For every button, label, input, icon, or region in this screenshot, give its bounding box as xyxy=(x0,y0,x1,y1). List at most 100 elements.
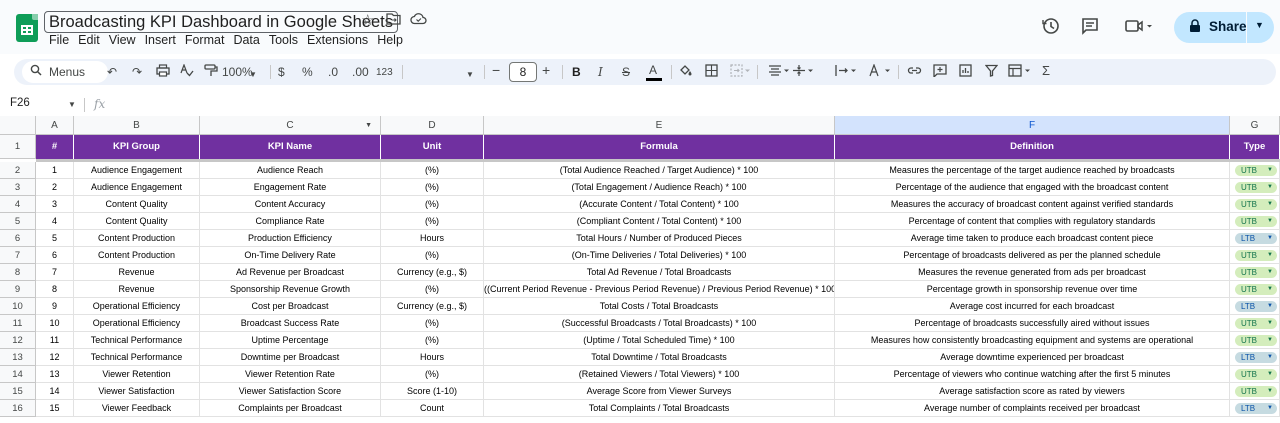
text-color-button[interactable]: A xyxy=(649,62,657,78)
cell-kpi-group[interactable]: Content Quality xyxy=(74,196,200,213)
type-dropdown-chip[interactable]: UTB ▼ xyxy=(1235,250,1277,261)
cloud-status-icon[interactable] xyxy=(410,12,427,30)
fill-color-icon[interactable] xyxy=(679,64,693,81)
cell-type[interactable]: UTB ▼ xyxy=(1230,247,1280,264)
type-dropdown-chip[interactable]: LTB ▼ xyxy=(1235,403,1277,414)
undo-icon[interactable]: ↶ xyxy=(107,64,117,80)
insert-comment-icon[interactable] xyxy=(933,64,947,81)
type-dropdown-chip[interactable]: UTB ▼ xyxy=(1235,267,1277,278)
cell-kpi-group[interactable]: Content Quality xyxy=(74,213,200,230)
cell-kpi-name[interactable]: Viewer Retention Rate xyxy=(200,366,381,383)
cell-number[interactable]: 13 xyxy=(36,366,74,383)
cell-unit[interactable]: Currency (e.g., $) xyxy=(381,264,484,281)
column-header-g[interactable]: G xyxy=(1230,116,1280,135)
cell-number[interactable]: 12 xyxy=(36,349,74,366)
cell-number[interactable]: 5 xyxy=(36,230,74,247)
cell-definition[interactable]: Average satisfaction score as rated by v… xyxy=(835,383,1230,400)
cell-kpi-group[interactable]: Revenue xyxy=(74,264,200,281)
cell-unit[interactable]: (%) xyxy=(381,179,484,196)
cell-type[interactable]: UTB ▼ xyxy=(1230,366,1280,383)
cell-kpi-group[interactable]: Revenue xyxy=(74,281,200,298)
cell-unit[interactable]: (%) xyxy=(381,162,484,179)
cell-formula[interactable]: Total Costs / Total Broadcasts xyxy=(484,298,835,315)
cell-kpi-name[interactable]: Sponsorship Revenue Growth xyxy=(200,281,381,298)
cell-unit[interactable]: (%) xyxy=(381,366,484,383)
menu-insert[interactable]: Insert xyxy=(145,33,176,48)
row-header[interactable]: 4 xyxy=(0,196,36,213)
name-box[interactable]: F26 xyxy=(10,97,30,109)
cell-formula[interactable]: Total Complaints / Total Broadcasts xyxy=(484,400,835,417)
cell-formula[interactable]: (Retained Viewers / Total Viewers) * 100 xyxy=(484,366,835,383)
cell-number[interactable]: 8 xyxy=(36,281,74,298)
cell-number[interactable]: 4 xyxy=(36,213,74,230)
filter-icon[interactable] xyxy=(984,64,999,81)
cell-number[interactable]: 14 xyxy=(36,383,74,400)
cell-kpi-group[interactable]: Operational Efficiency xyxy=(74,298,200,315)
menu-extensions[interactable]: Extensions xyxy=(307,33,368,48)
cell-definition[interactable]: Percentage of the audience that engaged … xyxy=(835,179,1230,196)
cell-number[interactable]: 6 xyxy=(36,247,74,264)
cell-definition[interactable]: Measures how consistently broadcasting e… xyxy=(835,332,1230,349)
cell-number[interactable]: 2 xyxy=(36,179,74,196)
type-dropdown-chip[interactable]: UTB ▼ xyxy=(1235,318,1277,329)
cell-kpi-group[interactable]: Content Production xyxy=(74,230,200,247)
cell-type[interactable]: UTB ▼ xyxy=(1230,213,1280,230)
cell-kpi-name[interactable]: Content Accuracy xyxy=(200,196,381,213)
menu-file[interactable]: File xyxy=(49,33,69,48)
cell-definition[interactable]: Percentage of broadcasts successfully ai… xyxy=(835,315,1230,332)
row-header[interactable]: 3 xyxy=(0,179,36,196)
cell-unit[interactable]: Score (1-10) xyxy=(381,383,484,400)
cell-unit[interactable]: (%) xyxy=(381,332,484,349)
cell-number[interactable]: 15 xyxy=(36,400,74,417)
header-cell-type[interactable]: Type xyxy=(1230,135,1280,159)
cell-definition[interactable]: Percentage growth in sponsorship revenue… xyxy=(835,281,1230,298)
meet-video-icon[interactable] xyxy=(1124,16,1154,41)
cell-type[interactable]: UTB ▼ xyxy=(1230,383,1280,400)
cell-formula[interactable]: Total Ad Revenue / Total Broadcasts xyxy=(484,264,835,281)
redo-icon[interactable]: ↷ xyxy=(132,64,142,80)
cell-number[interactable]: 11 xyxy=(36,332,74,349)
chevron-down-icon[interactable]: ▼ xyxy=(1267,233,1273,244)
header-cell-formula[interactable]: Formula xyxy=(484,135,835,159)
column-header-f[interactable]: F xyxy=(835,116,1230,135)
comments-icon[interactable] xyxy=(1080,16,1100,41)
font-family-chevron-icon[interactable]: ▼ xyxy=(466,67,474,83)
menu-format[interactable]: Format xyxy=(185,33,225,48)
cell-kpi-group[interactable]: Audience Engagement xyxy=(74,179,200,196)
cell-type[interactable]: UTB ▼ xyxy=(1230,332,1280,349)
name-box-chevron-icon[interactable]: ▼ xyxy=(68,100,76,109)
cell-kpi-group[interactable]: Content Production xyxy=(74,247,200,264)
chevron-down-icon[interactable]: ▼ xyxy=(1267,284,1273,295)
cell-number[interactable]: 7 xyxy=(36,264,74,281)
text-wrapping-icon[interactable] xyxy=(835,64,859,81)
cell-definition[interactable]: Average cost incurred for each broadcast xyxy=(835,298,1230,315)
cell-unit[interactable]: (%) xyxy=(381,213,484,230)
print-icon[interactable] xyxy=(156,64,170,81)
cell-kpi-group[interactable]: Technical Performance xyxy=(74,332,200,349)
cell-kpi-group[interactable]: Viewer Satisfaction xyxy=(74,383,200,400)
currency-format-button[interactable]: $ xyxy=(278,64,285,80)
column-menu-chevron-icon[interactable]: ▼ xyxy=(365,116,372,135)
cell-unit[interactable]: Hours xyxy=(381,349,484,366)
paint-format-icon[interactable] xyxy=(204,64,218,81)
increase-font-size-icon[interactable]: + xyxy=(542,62,550,78)
cell-kpi-name[interactable]: Complaints per Broadcast xyxy=(200,400,381,417)
chevron-down-icon[interactable]: ▼ xyxy=(1267,352,1273,363)
cell-unit[interactable]: (%) xyxy=(381,281,484,298)
row-header[interactable]: 2 xyxy=(0,162,36,179)
cell-type[interactable]: UTB ▼ xyxy=(1230,315,1280,332)
menu-data[interactable]: Data xyxy=(233,33,259,48)
cell-number[interactable]: 3 xyxy=(36,196,74,213)
header-cell-definition[interactable]: Definition xyxy=(835,135,1230,159)
cell-kpi-name[interactable]: Compliance Rate xyxy=(200,213,381,230)
row-header[interactable]: 11 xyxy=(0,315,36,332)
cell-type[interactable]: UTB ▼ xyxy=(1230,281,1280,298)
strikethrough-button[interactable]: S xyxy=(622,64,630,80)
font-size-input[interactable]: 8 xyxy=(509,62,537,82)
cell-number[interactable]: 10 xyxy=(36,315,74,332)
type-dropdown-chip[interactable]: UTB ▼ xyxy=(1235,199,1277,210)
cell-kpi-name[interactable]: Viewer Satisfaction Score xyxy=(200,383,381,400)
cell-definition[interactable]: Percentage of viewers who continue watch… xyxy=(835,366,1230,383)
share-button[interactable]: Share ▼ xyxy=(1174,12,1274,43)
cell-unit[interactable]: Count xyxy=(381,400,484,417)
